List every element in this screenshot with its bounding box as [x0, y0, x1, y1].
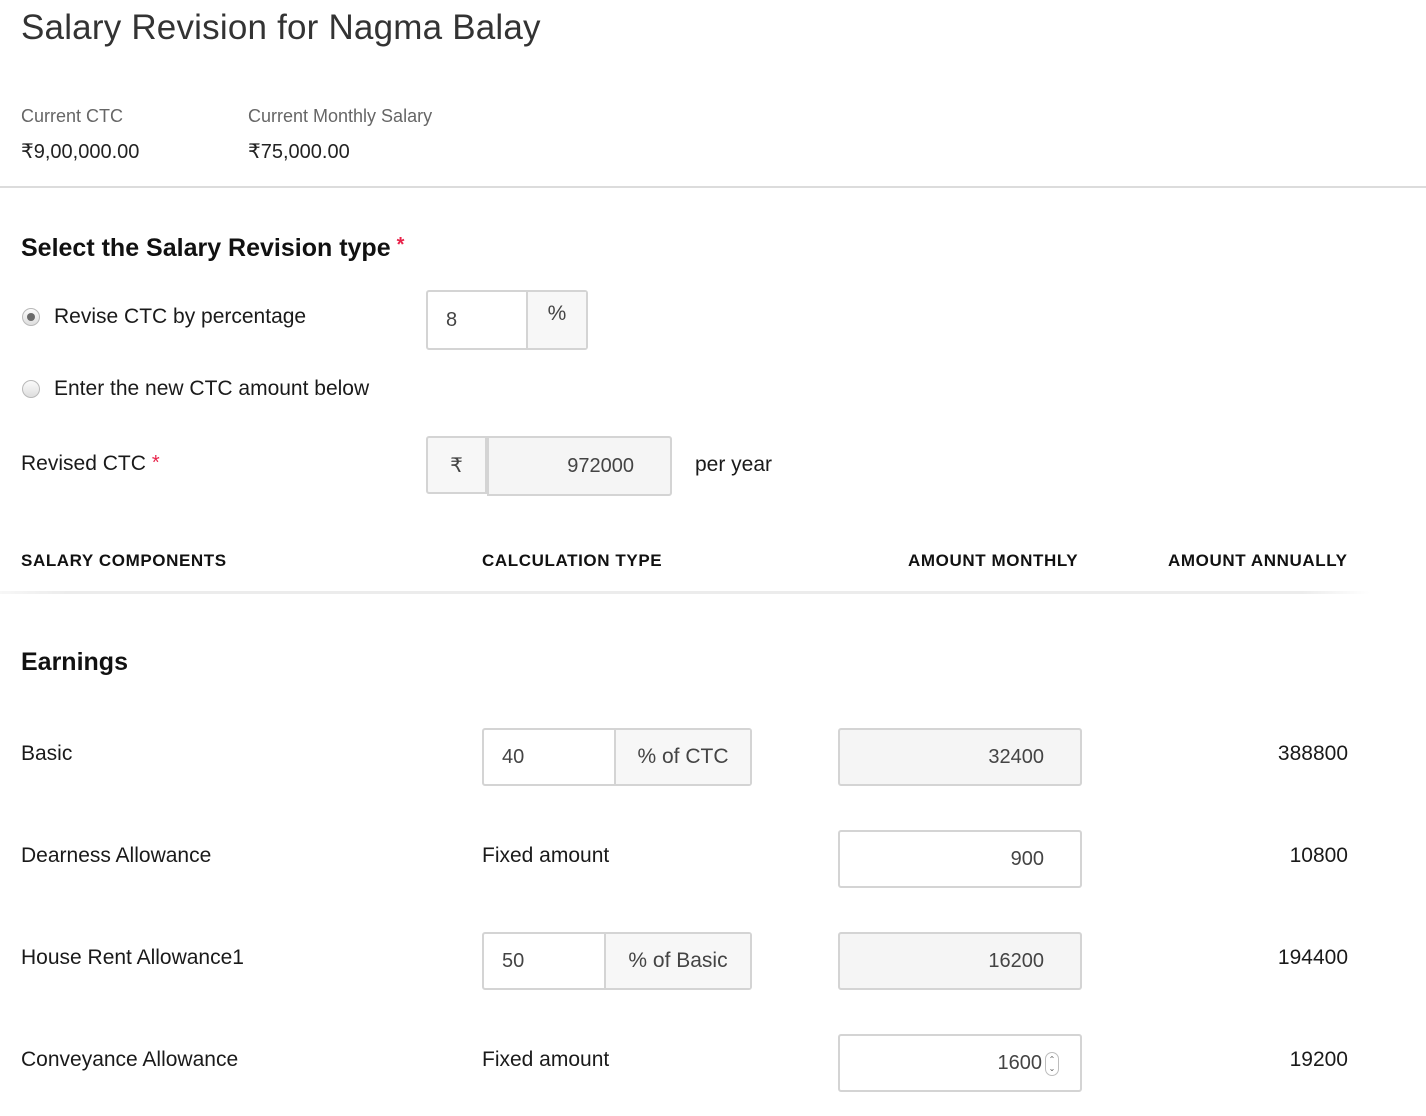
header-amount-monthly: AMOUNT MONTHLY [908, 551, 1079, 570]
revision-type-heading-text: Select the Salary Revision type [21, 234, 391, 262]
salary-revision-page: Salary Revision for Nagma Balay Current … [0, 0, 1426, 1116]
hra-calc-input-group: % of Basic [482, 932, 752, 990]
percent-suffix: % [526, 292, 586, 348]
header-salary-components: SALARY COMPONENTS [21, 551, 227, 570]
radio-button-unselected[interactable] [22, 380, 40, 398]
radio-label-new-amount: Enter the new CTC amount below [54, 377, 370, 400]
hra-annual-amount: 194400 [1277, 946, 1348, 969]
spinner-down-icon[interactable]: ⌄ [1049, 1064, 1056, 1073]
percentage-input[interactable] [428, 292, 526, 348]
dearness-annual-amount: 10800 [1289, 844, 1348, 867]
revised-ctc-label: Revised CTC * [21, 452, 160, 476]
hra-monthly-amount[interactable] [838, 932, 1082, 990]
number-spinner-icon[interactable]: ⌃ ⌄ [1045, 1052, 1059, 1076]
revised-ctc-input[interactable] [487, 436, 672, 496]
radio-option-new-amount[interactable]: Enter the new CTC amount below [22, 377, 369, 401]
radio-option-percentage[interactable]: Revise CTC by percentage [22, 305, 306, 329]
summary-divider [0, 186, 1426, 188]
current-ctc-label: Current CTC [21, 106, 124, 126]
current-monthly-label: Current Monthly Salary [248, 106, 433, 126]
component-name-dearness-allowance: Dearness Allowance [21, 844, 212, 867]
basic-annual-amount: 388800 [1277, 742, 1348, 765]
revised-ctc-label-text: Revised CTC [21, 452, 146, 475]
revision-type-heading: Select the Salary Revision type * [21, 234, 404, 263]
radio-label-percentage: Revise CTC by percentage [54, 305, 307, 328]
current-ctc-value: ₹9,00,000.00 [21, 141, 140, 163]
earnings-heading: Earnings [21, 648, 128, 676]
conveyance-calc-type: Fixed amount [482, 1048, 610, 1071]
conveyance-annual-amount: 19200 [1289, 1048, 1348, 1071]
revised-ctc-input-group: ₹ [426, 436, 672, 496]
component-name-conveyance-allowance: Conveyance Allowance [21, 1048, 239, 1071]
basic-monthly-amount[interactable] [838, 728, 1082, 786]
required-indicator: * [151, 452, 160, 474]
basic-calc-input-group: % of CTC [482, 728, 752, 786]
percentage-input-group: % [426, 290, 588, 350]
component-name-house-rent-allowance: House Rent Allowance1 [21, 946, 244, 969]
page-title: Salary Revision for Nagma Balay [21, 8, 541, 47]
hra-calc-type-addon: % of Basic [604, 934, 750, 988]
current-monthly-value: ₹75,000.00 [248, 141, 350, 163]
dearness-monthly-amount[interactable] [838, 830, 1082, 888]
header-amount-annually: AMOUNT ANNUALLY [1168, 551, 1348, 570]
component-name-basic: Basic [21, 742, 73, 765]
spinner-up-icon[interactable]: ⌃ [1049, 1055, 1056, 1064]
required-indicator: * [396, 234, 405, 256]
dearness-calc-type: Fixed amount [482, 844, 610, 867]
radio-button-selected[interactable] [22, 308, 40, 326]
header-calculation-type: CALCULATION TYPE [482, 551, 663, 570]
hra-percentage-input[interactable] [484, 934, 604, 988]
current-monthly-summary: Current Monthly Salary ₹75,000.00 [248, 106, 432, 164]
rupee-icon: ₹ [426, 436, 487, 494]
table-header-divider [0, 591, 1370, 594]
per-year-label: per year [695, 453, 773, 476]
current-ctc-summary: Current CTC ₹9,00,000.00 [21, 106, 139, 164]
basic-percentage-input[interactable] [484, 730, 614, 784]
basic-calc-type-addon: % of CTC [614, 730, 750, 784]
